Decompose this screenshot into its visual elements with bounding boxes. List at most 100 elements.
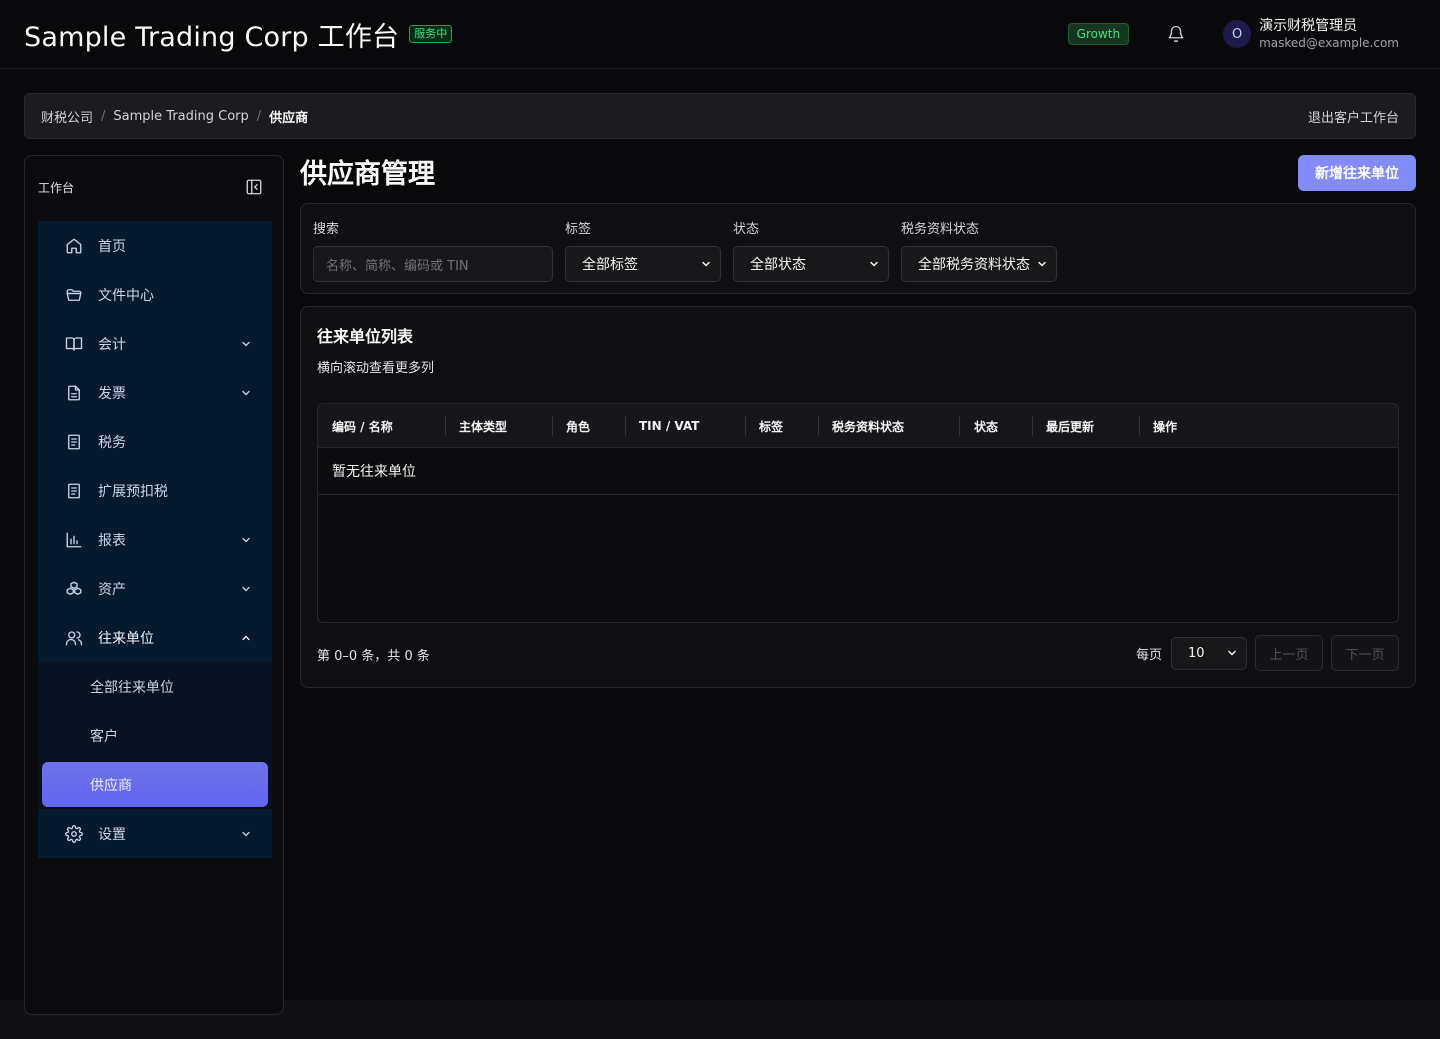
users-icon [65, 629, 83, 647]
sidebar: 工作台 首页 文件中心 会计 发票 税务 扩展预扣税 报表 资产 往来单位 全部… [24, 155, 284, 1015]
pagination-controls: 每页 10 上一页 下一页 [1136, 635, 1399, 671]
sidebar-subitem-all-counterparties[interactable]: 全部往来单位 [38, 662, 272, 711]
sidebar-item-assets[interactable]: 资产 [38, 564, 272, 613]
sidebar-item-label: 报表 [98, 532, 126, 549]
column-divider [959, 416, 960, 436]
chevron-down-icon [1226, 647, 1238, 659]
prev-page-button[interactable]: 上一页 [1255, 635, 1323, 671]
counterparties-submenu: 全部往来单位 客户 供应商 [38, 662, 272, 807]
app-title: Sample Trading Corp 工作台 [24, 21, 400, 53]
column-divider [818, 416, 819, 436]
tax-status-select-value: 全部税务资料状态 [918, 257, 1030, 273]
sidebar-subitem-customers[interactable]: 客户 [38, 711, 272, 760]
tag-select-value: 全部标签 [582, 257, 638, 273]
sidebar-item-label: 设置 [98, 826, 126, 843]
tax-status-select[interactable]: 全部税务资料状态 [901, 246, 1057, 282]
chevron-up-icon [240, 632, 252, 644]
breadcrumb-separator: / [256, 108, 262, 124]
sidebar-item-label: 税务 [98, 434, 126, 451]
tag-filter: 标签 全部标签 [565, 218, 721, 282]
breadcrumb: 财税公司 / Sample Trading Corp / 供应商 退出客户工作台 [24, 93, 1416, 139]
user-info: 演示财税管理员 masked@example.com [1259, 17, 1399, 51]
counterparty-table: 编码 / 名称 主体类型 角色 TIN / VAT 标签 税务资料状态 状态 最… [317, 403, 1399, 623]
sidebar-nav: 首页 文件中心 会计 发票 税务 扩展预扣税 报表 资产 往来单位 全部往来单位… [38, 221, 272, 858]
tax-status-filter: 税务资料状态 全部税务资料状态 [901, 218, 1057, 282]
table-empty-row: 暂无往来单位 [318, 448, 1398, 495]
column-header[interactable]: 状态 [974, 404, 998, 448]
sidebar-item-files[interactable]: 文件中心 [38, 270, 272, 319]
sidebar-item-withholding[interactable]: 扩展预扣税 [38, 466, 272, 515]
add-counterparty-button[interactable]: 新增往来单位 [1298, 155, 1416, 191]
column-divider [745, 416, 746, 436]
chevron-down-icon [868, 258, 880, 270]
per-page-label: 每页 [1135, 647, 1162, 663]
sidebar-item-label: 扩展预扣税 [98, 483, 168, 500]
sidebar-item-invoices[interactable]: 发票 [38, 368, 272, 417]
folder-icon [65, 286, 83, 304]
tax-status-label: 税务资料状态 [901, 222, 980, 237]
sidebar-item-tax[interactable]: 税务 [38, 417, 272, 466]
status-select[interactable]: 全部状态 [733, 246, 889, 282]
bar-chart-icon [65, 531, 83, 549]
tax-doc-icon [65, 482, 83, 500]
document-icon [65, 384, 83, 402]
column-divider [552, 416, 553, 436]
column-divider [445, 416, 446, 436]
tag-select[interactable]: 全部标签 [565, 246, 721, 282]
per-page-value: 10 [1188, 645, 1205, 661]
sidebar-item-label: 往来单位 [98, 630, 154, 647]
status-filter: 状态 全部状态 [733, 218, 889, 282]
filter-panel: 搜索 名称、简称、编码或 TIN 标签 全部标签 状态 全部状态 税务资料状态 … [300, 203, 1416, 294]
exit-client-workspace-link[interactable]: 退出客户工作台 [1308, 107, 1399, 126]
home-icon [65, 237, 83, 255]
column-header[interactable]: 操作 [1153, 404, 1177, 448]
next-page-button[interactable]: 下一页 [1331, 635, 1399, 671]
sidebar-collapse-icon[interactable] [245, 178, 263, 196]
plan-badge: Growth [1067, 23, 1130, 45]
counterparty-list-panel: 往来单位列表 横向滚动查看更多列 编码 / 名称 主体类型 角色 TIN / V… [300, 306, 1416, 688]
sidebar-item-settings[interactable]: 设置 [38, 809, 272, 858]
sidebar-subitem-suppliers[interactable]: 供应商 [42, 762, 268, 807]
column-divider [1032, 416, 1033, 436]
chevron-down-icon [1036, 258, 1048, 270]
list-title: 往来单位列表 [317, 327, 414, 346]
sidebar-item-reports[interactable]: 报表 [38, 515, 272, 564]
status-select-value: 全部状态 [750, 257, 806, 273]
chevron-down-icon [240, 583, 252, 595]
service-status-badge: 服务中 [409, 25, 453, 43]
breadcrumb-item-current: 供应商 [269, 110, 309, 126]
breadcrumb-item-firm[interactable]: 财税公司 [41, 107, 93, 126]
user-name: 演示财税管理员 [1259, 18, 1358, 34]
sidebar-item-counterparties[interactable]: 往来单位 [38, 613, 272, 662]
sidebar-item-home[interactable]: 首页 [38, 221, 272, 270]
list-scroll-hint: 横向滚动查看更多列 [317, 361, 435, 376]
table-header: 编码 / 名称 主体类型 角色 TIN / VAT 标签 税务资料状态 状态 最… [318, 404, 1398, 448]
boxes-icon [65, 580, 83, 598]
sidebar-title: 工作台 [38, 180, 75, 195]
sidebar-item-accounting[interactable]: 会计 [38, 319, 272, 368]
search-label: 搜索 [313, 222, 340, 237]
column-divider [1139, 416, 1140, 436]
top-bar-right: Growth O 演示财税管理员 masked@example.com [1067, 17, 1416, 51]
per-page-select[interactable]: 10 [1171, 636, 1247, 670]
search-filter: 搜索 名称、简称、编码或 TIN [313, 218, 553, 282]
sidebar-header: 工作台 [25, 156, 283, 218]
breadcrumb-item-client[interactable]: Sample Trading Corp [113, 109, 248, 124]
column-header[interactable]: 角色 [566, 404, 590, 448]
column-header[interactable]: TIN / VAT [639, 404, 699, 448]
chevron-down-icon [240, 387, 252, 399]
chevron-down-icon [240, 534, 252, 546]
user-email: masked@example.com [1259, 36, 1399, 50]
notification-bell-icon[interactable] [1167, 25, 1185, 43]
column-header[interactable]: 最后更新 [1046, 404, 1094, 448]
column-header[interactable]: 税务资料状态 [832, 404, 904, 448]
sidebar-item-label: 资产 [98, 581, 126, 598]
page-title: 供应商管理 [300, 159, 435, 190]
user-menu[interactable]: O 演示财税管理员 masked@example.com [1223, 17, 1399, 51]
column-header[interactable]: 编码 / 名称 [332, 404, 393, 448]
column-header[interactable]: 主体类型 [459, 404, 507, 448]
column-header[interactable]: 标签 [759, 404, 783, 448]
column-divider [625, 416, 626, 436]
sidebar-item-label: 首页 [98, 238, 126, 255]
search-input[interactable]: 名称、简称、编码或 TIN [313, 246, 553, 282]
